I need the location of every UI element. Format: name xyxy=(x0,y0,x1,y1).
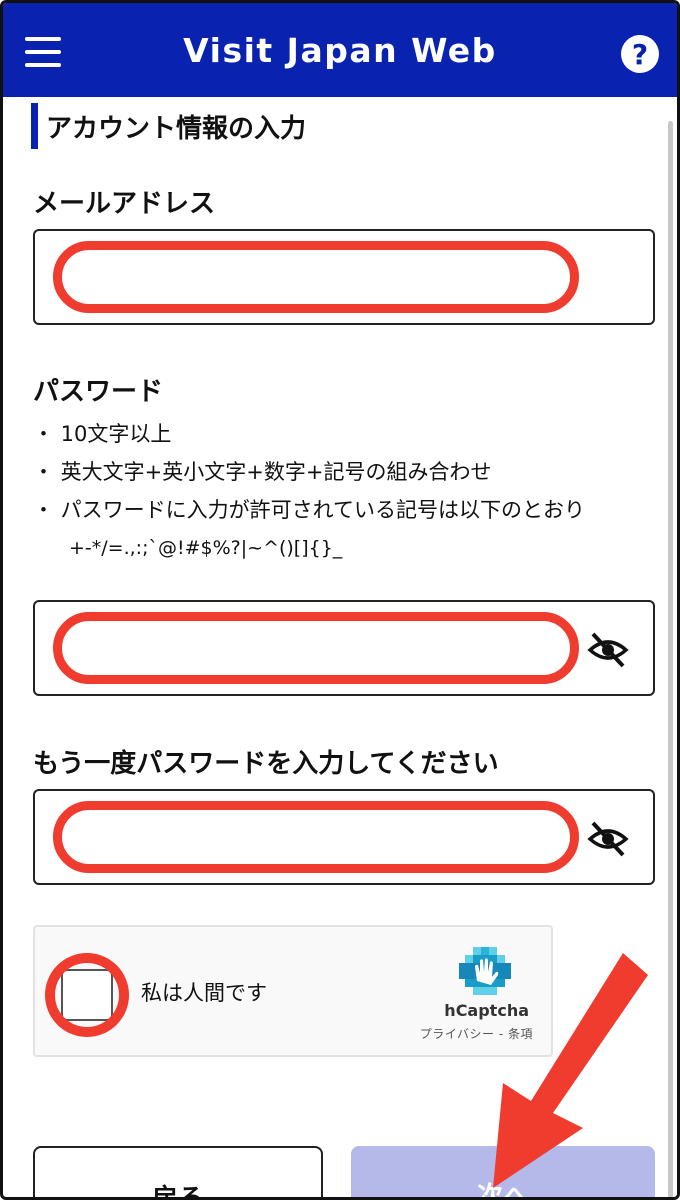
password-rules: ・ 10文字以上 ・ 英大文字+英小文字+数字+記号の組み合わせ ・ パスワード… xyxy=(33,415,653,567)
captcha-label: 私は人間です xyxy=(141,981,267,1005)
eye-slash-icon[interactable] xyxy=(587,630,629,670)
password-rule: ・ 10文字以上 xyxy=(33,422,172,446)
scrollbar[interactable] xyxy=(668,121,673,1197)
password-rule: ・ パスワードに入力が許可されている記号は以下のとおり xyxy=(33,498,586,522)
password-confirm-field-box xyxy=(33,789,655,885)
password-field-box xyxy=(33,600,655,696)
password-input[interactable] xyxy=(55,620,555,676)
password-rule: ・ 英大文字+英小文字+数字+記号の組み合わせ xyxy=(33,460,492,484)
help-button[interactable]: ? xyxy=(621,35,659,73)
section-title: アカウント情報の入力 xyxy=(46,113,307,144)
captcha-checkbox[interactable] xyxy=(61,969,113,1021)
email-field-box xyxy=(33,229,655,325)
menu-button[interactable] xyxy=(25,37,61,67)
captcha-brand: hCaptcha xyxy=(444,1001,529,1020)
app-title: Visit Japan Web xyxy=(183,30,497,70)
hamburger-icon xyxy=(25,37,61,41)
password-allowed-symbols: +-*/=.,:;`@!#$%?|~^()[]{}_ xyxy=(69,537,343,559)
eye-slash-icon[interactable] xyxy=(587,819,629,859)
password-label: パスワード xyxy=(33,377,164,407)
email-input[interactable] xyxy=(55,249,555,305)
section-heading: アカウント情報の入力 xyxy=(31,103,306,149)
header: Visit Japan Web ? xyxy=(3,3,677,97)
password-confirm-label: もう一度パスワードを入力してください xyxy=(33,749,499,779)
app-frame: Visit Japan Web ? アカウント情報の入力 メールアドレス パスワ… xyxy=(0,0,680,1200)
email-label: メールアドレス xyxy=(33,189,216,219)
captcha-links[interactable]: プライバシー - 条項 xyxy=(420,1025,533,1042)
hamburger-icon xyxy=(25,50,61,54)
section-accent-bar xyxy=(31,103,38,149)
back-button[interactable]: 戻る xyxy=(33,1146,323,1197)
password-confirm-input[interactable] xyxy=(55,809,555,865)
hcaptcha-widget: 私は人間です hCaptcha プライバシー - 条項 xyxy=(33,925,553,1057)
hcaptcha-logo-icon xyxy=(459,947,511,995)
next-button[interactable]: 次へ xyxy=(351,1146,655,1197)
hamburger-icon xyxy=(25,63,61,67)
